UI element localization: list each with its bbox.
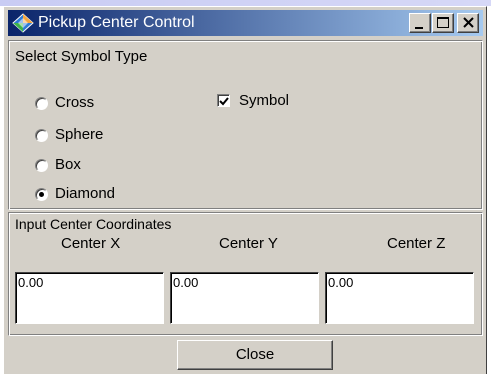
symbol-type-label: Select Symbol Type (15, 48, 148, 65)
minimize-icon (415, 27, 423, 29)
symbol-type-group: Select Symbol Type Cross Sphere Box Diam… (8, 40, 483, 210)
radio-box-label[interactable]: Box (55, 156, 81, 174)
center-y-label: Center Y (219, 235, 278, 252)
center-coordinates-label: Input Center Coordinates (15, 216, 172, 232)
symbol-checkbox-label[interactable]: Symbol (239, 92, 289, 110)
close-window-button[interactable] (457, 13, 479, 33)
radio-cross-label[interactable]: Cross (55, 94, 94, 112)
radio-cross[interactable] (35, 97, 48, 110)
center-x-label: Center X (61, 235, 121, 252)
center-z-input[interactable]: 0.00 (325, 272, 474, 324)
minimize-button[interactable] (409, 13, 431, 33)
radio-sphere[interactable] (35, 129, 48, 142)
checkmark-icon (219, 97, 229, 106)
maximize-button[interactable] (432, 13, 454, 33)
radio-diamond[interactable] (35, 188, 48, 201)
radio-diamond-label[interactable]: Diamond (55, 185, 115, 203)
dialog-window: Pickup Center Control Select Symbol Type… (3, 6, 487, 374)
close-icon (463, 17, 474, 28)
app-diamond-icon (12, 13, 34, 33)
close-button[interactable]: Close (177, 340, 333, 370)
center-x-input[interactable]: 0.00 (15, 272, 164, 324)
radio-selected-dot (39, 192, 44, 197)
maximize-icon (437, 17, 449, 28)
title-bar[interactable]: Pickup Center Control (8, 10, 483, 36)
center-z-label: Center Z (387, 235, 446, 252)
radio-sphere-label[interactable]: Sphere (55, 126, 103, 144)
window-title: Pickup Center Control (38, 14, 195, 31)
radio-box[interactable] (35, 159, 48, 172)
symbol-checkbox[interactable] (217, 94, 230, 107)
center-y-input[interactable]: 0.00 (170, 272, 319, 324)
